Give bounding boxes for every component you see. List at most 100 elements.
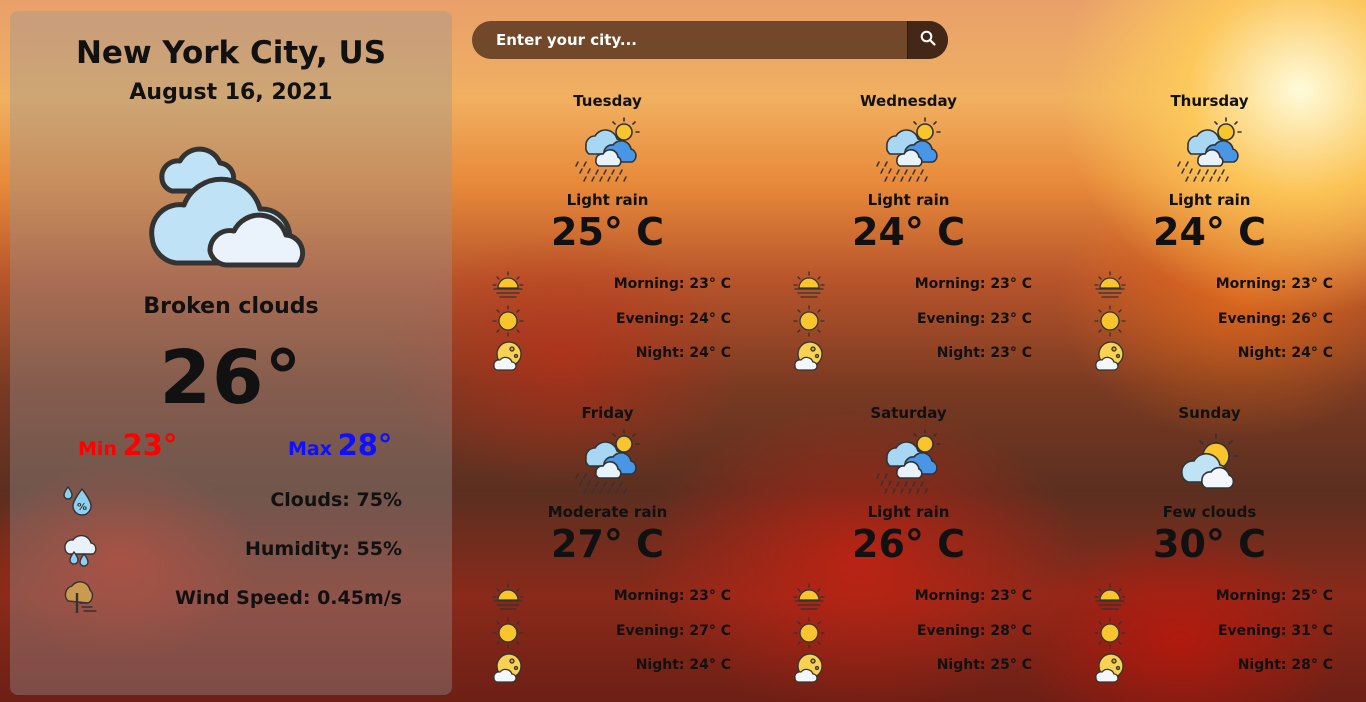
period-night: Night: 24° C [491, 651, 731, 685]
current-weather-panel: New York City, US August 16, 2021 Broken… [10, 11, 452, 695]
forecast-description: Light rain [867, 191, 950, 209]
forecast-temperature: 24° C [852, 210, 965, 254]
forecast-description: Light rain [566, 191, 649, 209]
moon-cloud-icon [792, 339, 826, 371]
period-morning-text: Morning: 23° C [914, 588, 1032, 604]
search-icon [920, 30, 936, 50]
period-night: Night: 25° C [792, 651, 1032, 685]
period-night-text: Night: 24° C [1237, 345, 1333, 361]
forecast-card-thursday: Thursday Light rain 24° C Morning: 23° C… [1059, 92, 1360, 404]
sun-icon [1093, 305, 1127, 337]
period-night: Night: 24° C [491, 339, 731, 373]
clouds-percent-icon: % [60, 481, 98, 519]
sunrise-icon [792, 582, 826, 614]
wind-tree-icon [60, 579, 98, 617]
period-evening-text: Evening: 28° C [916, 623, 1032, 639]
rain-cloud-sun-icon [873, 114, 945, 186]
sun-icon [491, 617, 525, 649]
period-evening: Evening: 27° C [491, 617, 731, 651]
weather-description: Broken clouds [143, 294, 319, 319]
sunrise-icon [792, 270, 826, 302]
period-morning-text: Morning: 23° C [613, 588, 731, 604]
city-search [472, 21, 948, 59]
period-morning-text: Morning: 23° C [914, 276, 1032, 292]
period-morning: Morning: 23° C [491, 582, 731, 616]
period-evening: Evening: 28° C [792, 617, 1032, 651]
forecast-day: Saturday [870, 404, 947, 422]
forecast-day: Friday [581, 404, 634, 422]
period-morning: Morning: 23° C [792, 270, 1032, 304]
stat-clouds-value: 75% [356, 489, 402, 511]
period-night: Night: 28° C [1093, 651, 1333, 685]
sunrise-icon [491, 270, 525, 302]
moon-cloud-icon [1093, 651, 1127, 683]
period-evening: Evening: 23° C [792, 305, 1032, 339]
stat-wind-label: Wind Speed: [174, 587, 311, 609]
max-value: 28° [337, 428, 393, 462]
search-button[interactable] [907, 21, 948, 59]
broken-clouds-icon [144, 133, 320, 285]
sunrise-icon [1093, 582, 1127, 614]
rain-cloud-sun-icon [572, 114, 644, 186]
period-morning: Morning: 23° C [491, 270, 731, 304]
humidity-icon [60, 530, 98, 568]
stat-wind-value: 0.45m/s [317, 587, 402, 609]
sun-icon [792, 617, 826, 649]
svg-text:%: % [77, 502, 87, 513]
moon-cloud-icon [792, 651, 826, 683]
forecast-temperature: 30° C [1153, 522, 1266, 566]
forecast-day: Wednesday [860, 92, 957, 110]
period-night-text: Night: 28° C [1237, 657, 1333, 673]
period-evening: Evening: 24° C [491, 305, 731, 339]
forecast-day: Thursday [1170, 92, 1249, 110]
sun-icon [1093, 617, 1127, 649]
forecast-temperature: 26° C [852, 522, 965, 566]
forecast-card-wednesday: Wednesday Light rain 24° C Morning: 23° … [758, 92, 1059, 404]
period-morning: Morning: 25° C [1093, 582, 1333, 616]
forecast-description: Moderate rain [547, 503, 668, 521]
period-morning: Morning: 23° C [1093, 270, 1333, 304]
stat-humidity-value: 55% [356, 538, 402, 560]
period-morning-text: Morning: 23° C [1215, 276, 1333, 292]
forecast-description: Light rain [1168, 191, 1251, 209]
period-morning-text: Morning: 25° C [1215, 588, 1333, 604]
forecast-temperature: 25° C [551, 210, 664, 254]
sunrise-icon [1093, 270, 1127, 302]
current-date: August 16, 2021 [129, 80, 333, 105]
rain-cloud-sun-icon [572, 426, 644, 498]
forecast-day: Tuesday [573, 92, 642, 110]
period-night: Night: 23° C [792, 339, 1032, 373]
period-evening-text: Evening: 26° C [1217, 311, 1333, 327]
forecast-day: Sunday [1178, 404, 1241, 422]
moon-cloud-icon [1093, 339, 1127, 371]
period-evening-text: Evening: 23° C [916, 311, 1032, 327]
period-morning: Morning: 23° C [792, 582, 1032, 616]
forecast-description: Light rain [867, 503, 950, 521]
max-temperature: Max 28° [288, 428, 392, 462]
period-night-text: Night: 23° C [936, 345, 1032, 361]
period-night-text: Night: 24° C [635, 345, 731, 361]
period-evening-text: Evening: 24° C [615, 311, 731, 327]
sunrise-icon [491, 582, 525, 614]
few-clouds-icon [1174, 426, 1246, 498]
moon-cloud-icon [491, 339, 525, 371]
forecast-temperature: 27° C [551, 522, 664, 566]
stat-humidity: Humidity: 55% [60, 530, 402, 570]
period-night: Night: 24° C [1093, 339, 1333, 373]
forecast-card-sunday: Sunday Few clouds 30° C Morning: 25° C E… [1059, 404, 1360, 702]
stat-clouds: % Clouds: 75% [60, 481, 402, 521]
period-night-text: Night: 25° C [936, 657, 1032, 673]
sun-icon [792, 305, 826, 337]
period-evening: Evening: 31° C [1093, 617, 1333, 651]
sun-icon [491, 305, 525, 337]
forecast-description: Few clouds [1162, 503, 1257, 521]
forecast-temperature: 24° C [1153, 210, 1266, 254]
min-value: 23° [122, 428, 178, 462]
period-evening: Evening: 26° C [1093, 305, 1333, 339]
max-label: Max [288, 438, 332, 460]
search-input[interactable] [472, 21, 908, 59]
rain-cloud-sun-icon [873, 426, 945, 498]
period-morning-text: Morning: 23° C [613, 276, 731, 292]
moon-cloud-icon [491, 651, 525, 683]
min-temperature: Min 23° [78, 428, 177, 462]
